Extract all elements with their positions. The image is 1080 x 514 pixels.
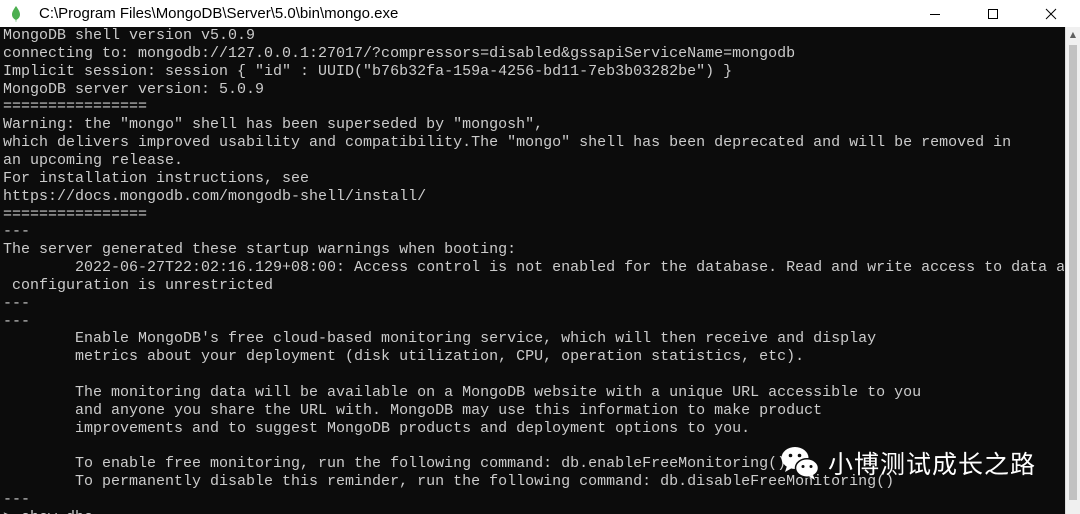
watermark: 小博测试成长之路: [780, 444, 1036, 482]
scroll-up-icon[interactable]: ▲: [1066, 27, 1080, 41]
console-line: configuration is unrestricted: [3, 276, 274, 294]
maximize-icon: [988, 8, 998, 19]
console-line: ================: [3, 98, 148, 116]
mongodb-leaf-icon: [8, 5, 24, 22]
console-line: an upcoming release.: [3, 151, 184, 169]
wechat-icon: [781, 447, 820, 480]
console-line: ================: [3, 205, 148, 223]
watermark-text: 小博测试成长之路: [828, 450, 1037, 479]
console-line: connecting to: mongodb://127.0.0.1:27017…: [3, 44, 796, 62]
console-line: ---: [3, 223, 31, 241]
console-line: ---: [3, 312, 31, 330]
console-line: MongoDB server version: 5.0.9: [3, 80, 265, 98]
console-line: For installation instructions, see: [3, 169, 310, 187]
window-controls: [906, 0, 1080, 27]
console-line: To enable free monitoring, run the follo…: [3, 455, 787, 473]
console-line: The server generated these startup warni…: [3, 241, 517, 259]
scroll-thumb[interactable]: [1069, 45, 1077, 500]
console-line: improvements and to suggest MongoDB prod…: [3, 419, 751, 437]
console-line: ---: [3, 294, 31, 312]
console-output[interactable]: MongoDB shell version v5.0.9 connecting t…: [0, 27, 1064, 514]
close-button[interactable]: [1022, 0, 1080, 27]
console-window: C:\Program Files\MongoDB\Server\5.0\bin\…: [0, 0, 1080, 514]
minimize-button[interactable]: [906, 0, 964, 27]
vertical-scrollbar[interactable]: ▲: [1065, 27, 1080, 514]
console-line: To permanently disable this reminder, ru…: [3, 473, 895, 491]
console-line: Implicit session: session { "id" : UUID(…: [3, 62, 733, 80]
maximize-button[interactable]: [964, 0, 1022, 27]
console-line: metrics about your deployment (disk util…: [3, 348, 805, 366]
console-line: Enable MongoDB's free cloud-based monito…: [3, 330, 877, 348]
console-line: > show dbs: [3, 509, 93, 514]
console-line: MongoDB shell version v5.0.9: [3, 27, 256, 44]
console-line: and anyone you share the URL with. Mongo…: [3, 401, 823, 419]
minimize-icon: [930, 13, 940, 15]
console-line: https://docs.mongodb.com/mongodb-shell/i…: [3, 187, 427, 205]
console-line: 2022-06-27T22:02:16.129+08:00: Access co…: [3, 259, 1064, 277]
window-title: C:\Program Files\MongoDB\Server\5.0\bin\…: [39, 5, 399, 22]
console-line: The monitoring data will be available on…: [3, 384, 922, 401]
close-icon: [1045, 8, 1057, 19]
console-line: ---: [3, 491, 31, 509]
console-line: Warning: the "mongo" shell has been supe…: [3, 116, 544, 134]
console-line: which delivers improved usability and co…: [3, 134, 1012, 152]
title-bar[interactable]: C:\Program Files\MongoDB\Server\5.0\bin\…: [0, 0, 1080, 27]
